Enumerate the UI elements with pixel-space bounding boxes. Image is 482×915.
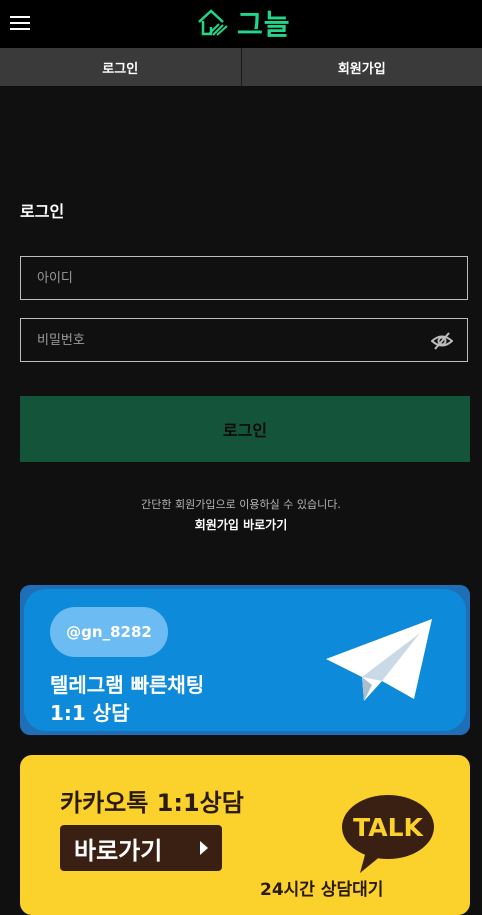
kakao-go-button[interactable]: 바로가기 bbox=[60, 825, 222, 871]
password-field-box bbox=[20, 318, 468, 362]
signup-link[interactable]: 회원가입 바로가기 bbox=[0, 516, 482, 533]
kakao-title: 카카오톡 1:1상담 bbox=[60, 783, 244, 818]
login-title: 로그인 bbox=[20, 198, 64, 222]
tab-login[interactable]: 로그인 bbox=[0, 48, 241, 86]
paper-plane-icon bbox=[324, 615, 436, 707]
kakao-banner[interactable]: 카카오톡 1:1상담 바로가기 TALK 24시간 상담대기 bbox=[20, 755, 470, 915]
id-input[interactable] bbox=[21, 257, 467, 299]
telegram-line2: 1:1 상담 bbox=[50, 697, 130, 726]
top-header: 그늘 bbox=[0, 0, 482, 48]
telegram-banner[interactable]: @gn_8282 텔레그램 빠른채팅 1:1 상담 bbox=[20, 585, 470, 735]
kakao-bottom-text: 24시간 상담대기 bbox=[260, 875, 383, 900]
menu-icon[interactable] bbox=[10, 14, 32, 32]
telegram-line1: 텔레그램 빠른채팅 bbox=[50, 669, 204, 698]
telegram-banner-inner: @gn_8282 텔레그램 빠른채팅 1:1 상담 bbox=[24, 589, 466, 731]
telegram-handle: @gn_8282 bbox=[50, 607, 168, 657]
password-input[interactable] bbox=[21, 319, 467, 361]
tab-signup[interactable]: 회원가입 bbox=[241, 48, 482, 86]
signup-hint: 간단한 회원가입으로 이용하실 수 있습니다. bbox=[0, 496, 482, 512]
talk-text: TALK bbox=[353, 813, 424, 842]
login-button[interactable]: 로그인 bbox=[20, 396, 470, 462]
play-arrow-icon bbox=[200, 841, 208, 855]
eye-off-icon[interactable] bbox=[431, 331, 453, 351]
logo[interactable]: 그늘 bbox=[197, 6, 291, 40]
id-field-box bbox=[20, 256, 468, 300]
auth-tabs: 로그인 회원가입 bbox=[0, 48, 482, 86]
logo-text: 그늘 bbox=[237, 3, 291, 43]
house-logo-icon bbox=[197, 8, 231, 38]
talk-bubble-icon: TALK bbox=[340, 793, 436, 877]
kakao-go-label: 바로가기 bbox=[74, 831, 162, 866]
